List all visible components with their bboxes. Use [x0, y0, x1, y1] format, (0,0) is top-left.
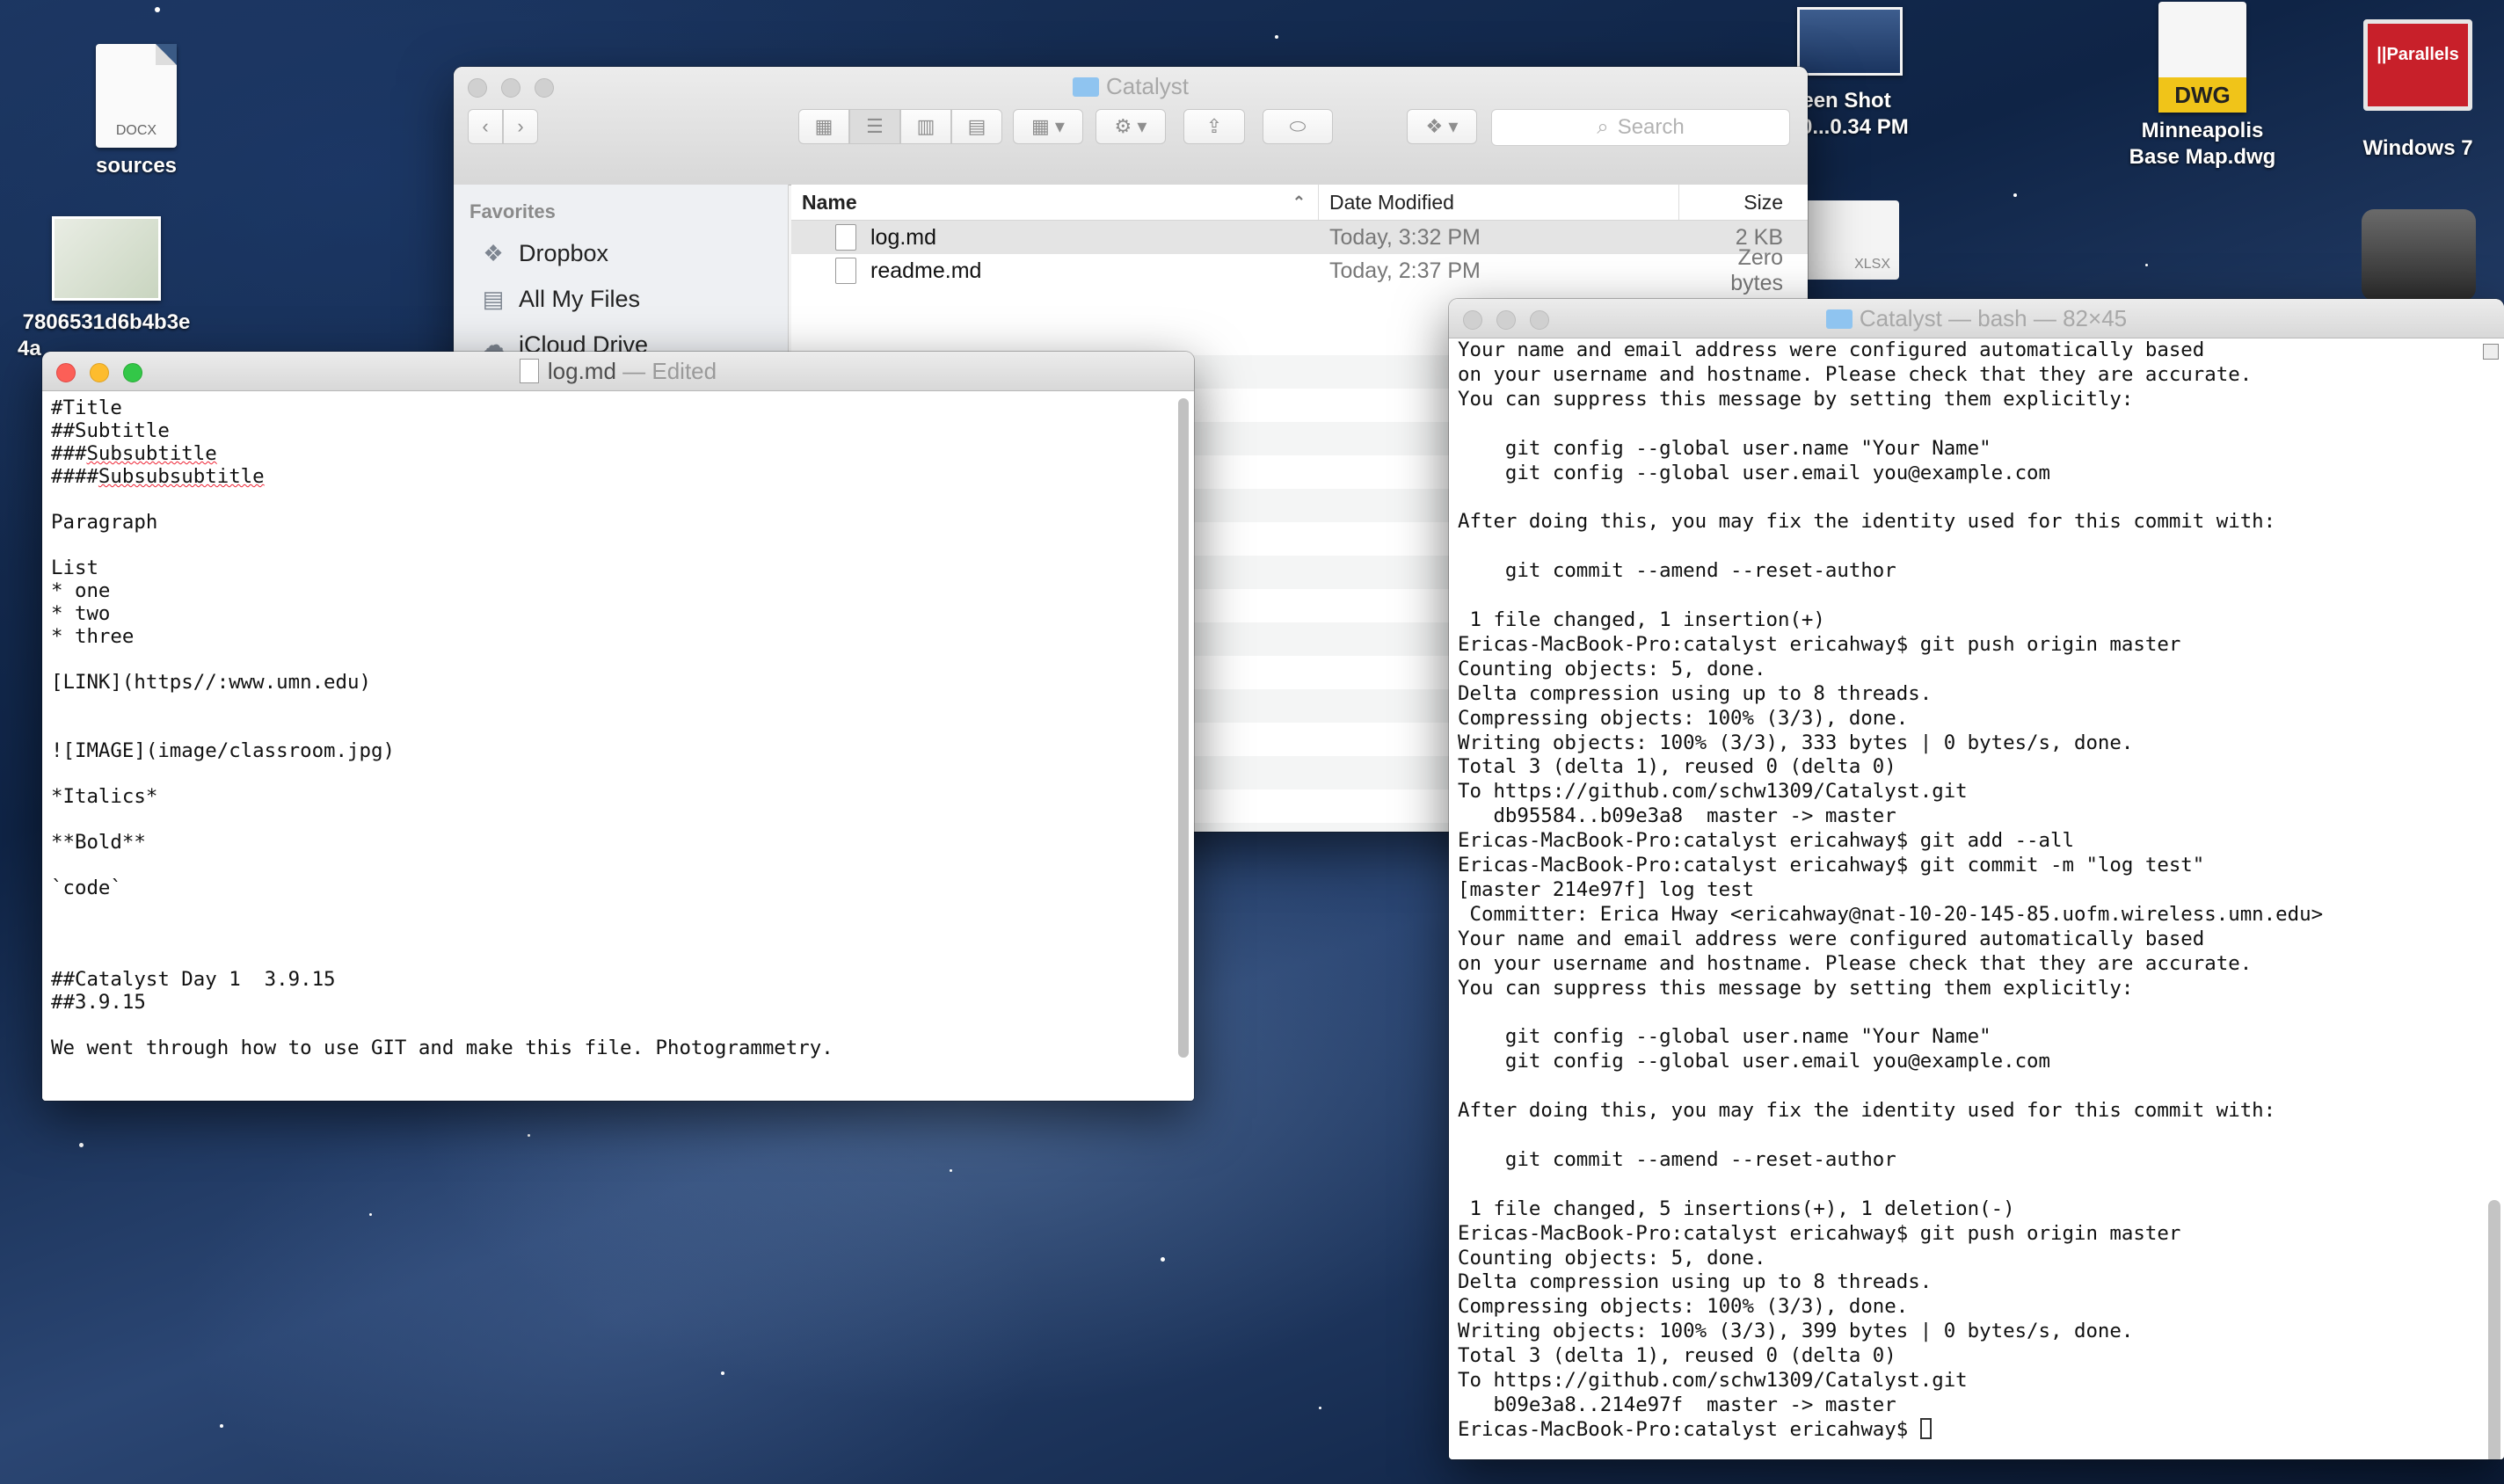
spelling-error: Subsubsubtitle: [98, 465, 265, 488]
dwg-file-icon: DWG: [2158, 2, 2246, 113]
desktop-icon-screenshot[interactable]: reen Shot -0...0.34 PM: [1794, 7, 1952, 141]
sidebar-header: Favorites: [470, 200, 556, 222]
vertical-scrollbar[interactable]: [2488, 1200, 2500, 1459]
search-field[interactable]: ⌕ Search: [1491, 109, 1790, 146]
arrange-button[interactable]: ▦ ▾: [1013, 109, 1083, 144]
terminal-prompt: Ericas-MacBook-Pro:catalyst ericahway$: [1458, 1417, 1920, 1441]
folder-icon: [1825, 309, 1853, 329]
share-button[interactable]: ⇪: [1183, 109, 1245, 144]
vertical-scrollbar[interactable]: [1178, 398, 1189, 1058]
forward-button[interactable]: ›: [503, 109, 538, 144]
document-icon: [519, 359, 539, 383]
screenshot-thumbnail-icon: [1797, 7, 1903, 76]
bootcamp-drive-icon[interactable]: [2362, 209, 2476, 301]
text-cursor: [1919, 1417, 1932, 1439]
editor-content[interactable]: #Title ##Subtitle ###Subsubtitle ####Sub…: [42, 391, 1194, 1059]
dropbox-icon: ❖: [483, 240, 504, 266]
desktop-icon-dwg[interactable]: DWG Minneapolis Base Map.dwg: [2110, 2, 2295, 171]
sidebar-item-dropbox[interactable]: ❖ Dropbox: [454, 230, 788, 276]
textedit-window: log.md — Edited #Title ##Subtitle ###Sub…: [42, 352, 1194, 1101]
list-header: Name ⌃ Date Modified Size: [791, 185, 1808, 221]
desktop-icon-windows7[interactable]: ||Parallels Windows 7: [2339, 19, 2497, 162]
document-icon: [835, 258, 856, 284]
sort-chevron-icon: ⌃: [1292, 193, 1306, 211]
column-header-size[interactable]: Size: [1679, 185, 1808, 220]
coverflow-view-button[interactable]: ▤: [951, 109, 1002, 144]
document-icon: [835, 224, 856, 251]
back-button[interactable]: ‹: [468, 109, 503, 144]
docx-file-icon: DOCX: [96, 44, 177, 148]
list-view-button[interactable]: ☰: [849, 109, 900, 144]
column-header-date[interactable]: Date Modified: [1319, 185, 1679, 220]
action-gear-button[interactable]: ⚙ ▾: [1096, 109, 1166, 144]
spelling-error: Subsubtitle: [86, 442, 217, 465]
window-title: Catalyst — bash — 82×45: [1449, 299, 2504, 338]
column-header-name[interactable]: Name ⌃: [791, 185, 1319, 220]
terminal-titlebar: Catalyst — bash — 82×45: [1449, 299, 2504, 338]
xlsx-file-icon: XLSX: [1802, 200, 1899, 280]
terminal-output[interactable]: Your name and email address were configu…: [1449, 338, 2504, 1443]
window-title: Catalyst: [454, 67, 1808, 105]
textedit-titlebar: log.md — Edited: [42, 352, 1194, 391]
text-editor[interactable]: #Title ##Subtitle ###Subsubtitle ####Sub…: [42, 391, 1194, 1101]
dropbox-menu-button[interactable]: ❖ ▾: [1407, 109, 1477, 144]
finder-titlebar: Catalyst ‹ › ▦ ☰ ▥ ▤ ▦ ▾ ⚙ ▾ ⇪ ⬭ ❖ ▾ ⌕ S…: [454, 67, 1808, 186]
image-thumbnail-icon: [52, 216, 161, 301]
window-title: log.md — Edited: [42, 352, 1194, 390]
folder-icon: [1073, 77, 1100, 97]
tag-button[interactable]: ⬭: [1263, 109, 1333, 144]
file-row[interactable]: log.md Today, 3:32 PM 2 KB: [791, 221, 1808, 254]
terminal-view[interactable]: Your name and email address were configu…: [1449, 338, 2504, 1459]
column-view-button[interactable]: ▥: [900, 109, 951, 144]
all-files-icon: ▤: [482, 286, 505, 312]
desktop-icon-image[interactable]: 7806531d6b4b3e 4a: [5, 216, 207, 362]
sidebar-item-all-my-files[interactable]: ▤ All My Files: [454, 276, 788, 322]
icon-view-button[interactable]: ▦: [798, 109, 849, 144]
file-row[interactable]: readme.md Today, 2:37 PM Zero bytes: [791, 245, 1808, 295]
parallels-vm-icon: ||Parallels: [2363, 19, 2472, 111]
terminal-menu-icon[interactable]: [2483, 344, 2499, 360]
terminal-window: Catalyst — bash — 82×45 Your name and em…: [1449, 299, 2504, 1459]
search-icon: ⌕: [1597, 115, 1609, 139]
desktop-icon-sources[interactable]: DOCX sources: [79, 44, 193, 179]
